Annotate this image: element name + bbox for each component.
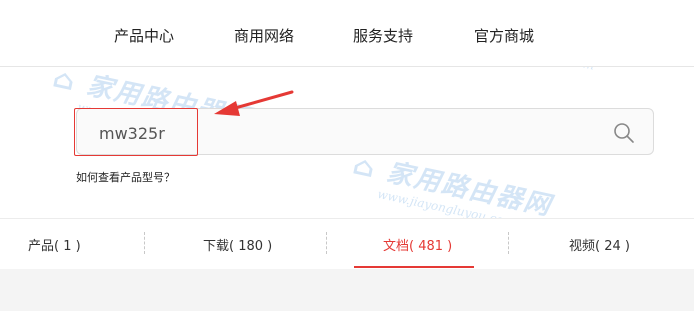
tab-videos[interactable]: 视频( 24 ) (509, 219, 694, 269)
tab-label: 视频( 24 ) (569, 239, 630, 254)
tab-documents[interactable]: 文档( 481 ) (327, 219, 507, 269)
active-tab-indicator (354, 266, 474, 268)
tab-label: 下载( 180 ) (203, 239, 273, 254)
tab-products[interactable]: 产品( 1 ) (0, 219, 144, 269)
tab-downloads[interactable]: 下载( 180 ) (145, 219, 325, 269)
tab-label: 产品( 1 ) (28, 239, 81, 254)
help-link-product-model[interactable]: 如何查看产品型号？ (76, 169, 175, 185)
tab-label: 文档( 481 ) (383, 239, 453, 254)
result-tabs: 产品( 1 ) 下载( 180 ) 文档( 481 ) 视频( 24 ) (0, 218, 694, 270)
results-area (0, 269, 694, 311)
